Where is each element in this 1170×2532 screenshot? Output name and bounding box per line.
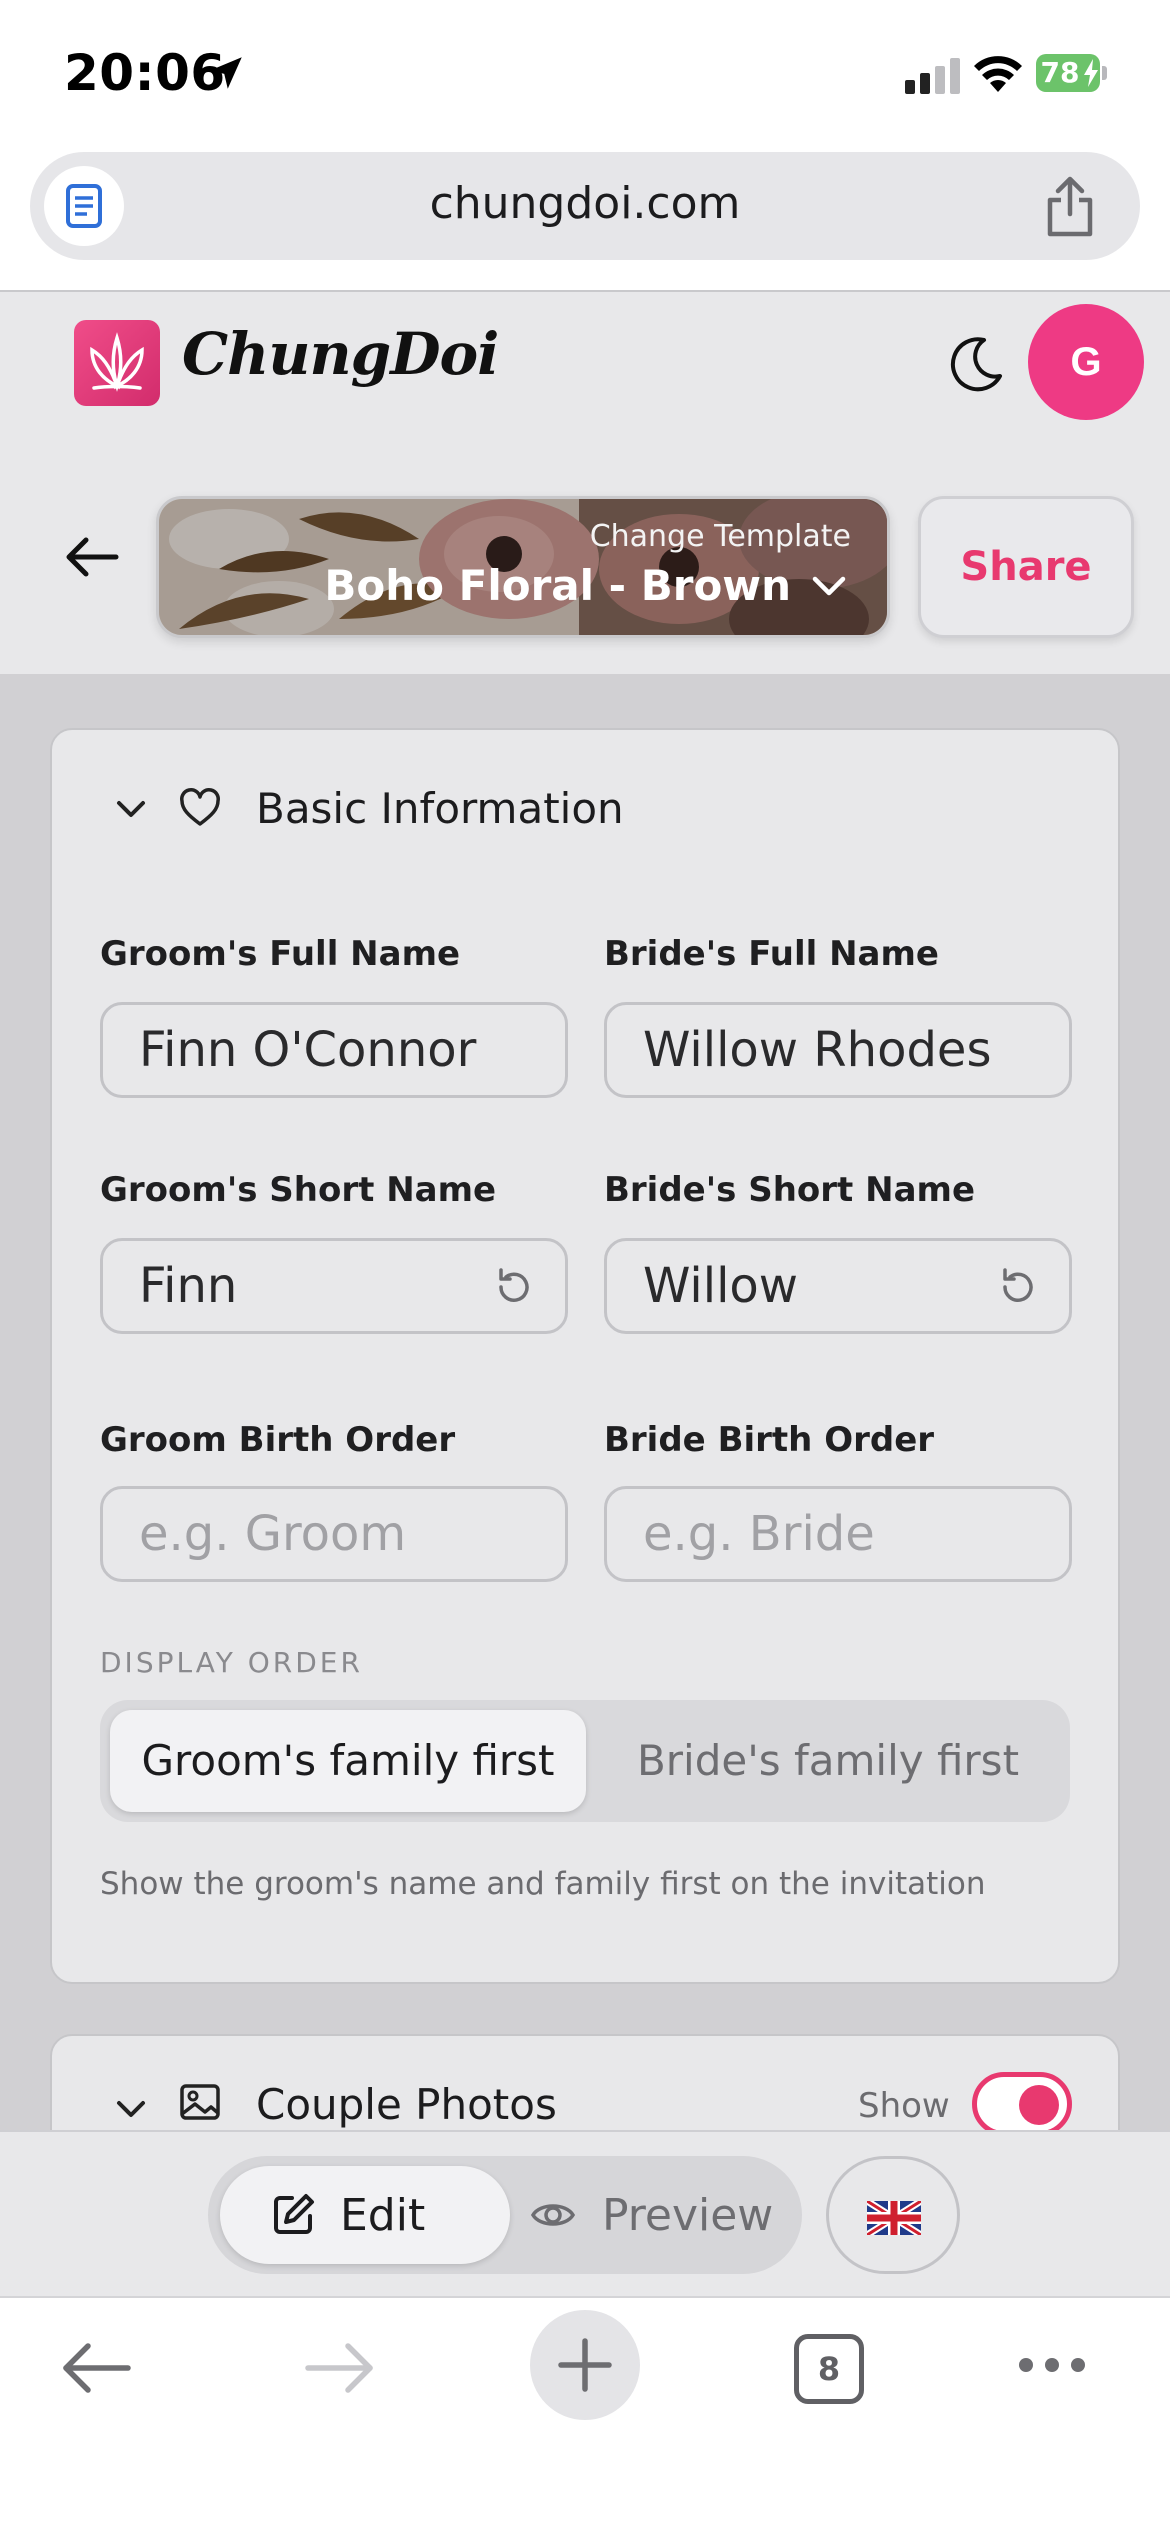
battery-charging-icon: 78	[1036, 54, 1107, 92]
toggle-knob	[1019, 2085, 1059, 2125]
edit-mode-button[interactable]: Edit	[220, 2166, 510, 2264]
display-order-label: DISPLAY ORDER	[100, 1646, 363, 1679]
groom-full-name-label: Groom's Full Name	[100, 934, 461, 974]
bride-birth-order-field[interactable]	[604, 1486, 1072, 1582]
groom-birth-order-label: Groom Birth Order	[100, 1420, 456, 1460]
battery-level: 78	[1040, 56, 1080, 89]
dark-mode-moon-icon[interactable]	[944, 334, 1006, 396]
browser-forward-icon[interactable]	[302, 2338, 378, 2398]
option-groom-family-first[interactable]: Groom's family first	[110, 1710, 586, 1812]
chevron-down-icon	[812, 576, 846, 596]
preview-mode-label: Preview	[602, 2190, 774, 2241]
groom-full-name-field[interactable]	[100, 1002, 568, 1098]
reset-icon[interactable]	[491, 1265, 535, 1309]
chevron-down-icon[interactable]	[114, 2098, 148, 2120]
location-arrow-icon	[210, 57, 242, 89]
app-header: ChungDoi G Change Template Boho Floral -…	[0, 292, 1170, 674]
groom-short-name-input[interactable]	[139, 1241, 519, 1331]
bride-birth-order-input[interactable]	[643, 1489, 1023, 1579]
groom-birth-order-input[interactable]	[139, 1489, 519, 1579]
language-button[interactable]	[826, 2156, 960, 2274]
uk-flag-icon	[867, 2201, 921, 2235]
more-options-icon[interactable]	[1016, 2354, 1088, 2376]
cellular-signal-icon	[905, 58, 960, 94]
bride-full-name-input[interactable]	[643, 1005, 1023, 1095]
url-text[interactable]: chungdoi.com	[30, 178, 1140, 229]
bride-short-name-field[interactable]	[604, 1238, 1072, 1334]
couple-photos-card: Couple Photos Show	[50, 2034, 1120, 2130]
eye-icon	[530, 2204, 576, 2226]
section-title-couple-photos[interactable]: Couple Photos	[256, 2080, 557, 2129]
change-template-caption: Change Template	[589, 519, 851, 554]
browser-toolbar: 8	[0, 2296, 1170, 2532]
share-icon[interactable]	[1040, 174, 1100, 238]
option-bride-family-first[interactable]: Bride's family first	[596, 1710, 1060, 1812]
groom-short-name-field[interactable]	[100, 1238, 568, 1334]
user-avatar[interactable]: G	[1028, 304, 1144, 420]
edit-pencil-icon	[274, 2194, 314, 2234]
preview-mode-button[interactable]: Preview	[510, 2166, 790, 2264]
display-order-segmented-control[interactable]: Groom's family first Bride's family firs…	[100, 1700, 1070, 1822]
show-couple-photos-toggle[interactable]	[972, 2072, 1072, 2130]
change-template-button[interactable]: Change Template Boho Floral - Brown	[156, 496, 890, 638]
groom-short-name-label: Groom's Short Name	[100, 1170, 497, 1210]
heart-icon	[180, 788, 220, 826]
brand-name[interactable]: ChungDoi	[182, 320, 499, 388]
basic-information-card: Basic Information Groom's Full Name Brid…	[50, 728, 1120, 1984]
tabs-button[interactable]: 8	[794, 2334, 864, 2404]
url-bar[interactable]: chungdoi.com	[30, 152, 1140, 260]
bride-full-name-field[interactable]	[604, 1002, 1072, 1098]
image-icon	[180, 2084, 220, 2120]
status-time: 20:06	[64, 44, 226, 102]
edit-mode-label: Edit	[340, 2190, 426, 2241]
show-toggle-label: Show	[858, 2086, 950, 2126]
display-order-help-text: Show the groom's name and family first o…	[100, 1866, 986, 1902]
new-tab-button[interactable]	[530, 2310, 640, 2420]
bride-birth-order-label: Bride Birth Order	[604, 1420, 935, 1460]
share-button[interactable]: Share	[918, 496, 1134, 638]
groom-full-name-input[interactable]	[139, 1005, 519, 1095]
reset-icon[interactable]	[995, 1265, 1039, 1309]
groom-birth-order-field[interactable]	[100, 1486, 568, 1582]
bride-short-name-input[interactable]	[643, 1241, 1023, 1331]
bride-short-name-label: Bride's Short Name	[604, 1170, 976, 1210]
browser-back-icon[interactable]	[58, 2338, 134, 2398]
plus-icon	[558, 2338, 612, 2392]
mode-bar: Edit Preview	[0, 2130, 1170, 2296]
chevron-down-icon[interactable]	[114, 798, 148, 820]
app-logo[interactable]	[74, 320, 160, 406]
bride-full-name-label: Bride's Full Name	[604, 934, 939, 974]
section-title-basic-information[interactable]: Basic Information	[256, 784, 624, 833]
back-arrow-icon[interactable]	[62, 532, 122, 582]
editor-content[interactable]: Basic Information Groom's Full Name Brid…	[0, 674, 1170, 2130]
template-name: Boho Floral - Brown	[324, 561, 791, 610]
wifi-icon	[974, 56, 1022, 92]
edit-preview-toggle[interactable]: Edit Preview	[208, 2156, 802, 2274]
flower-logo-icon	[90, 332, 144, 392]
status-bar: 20:06 78	[0, 0, 1170, 148]
